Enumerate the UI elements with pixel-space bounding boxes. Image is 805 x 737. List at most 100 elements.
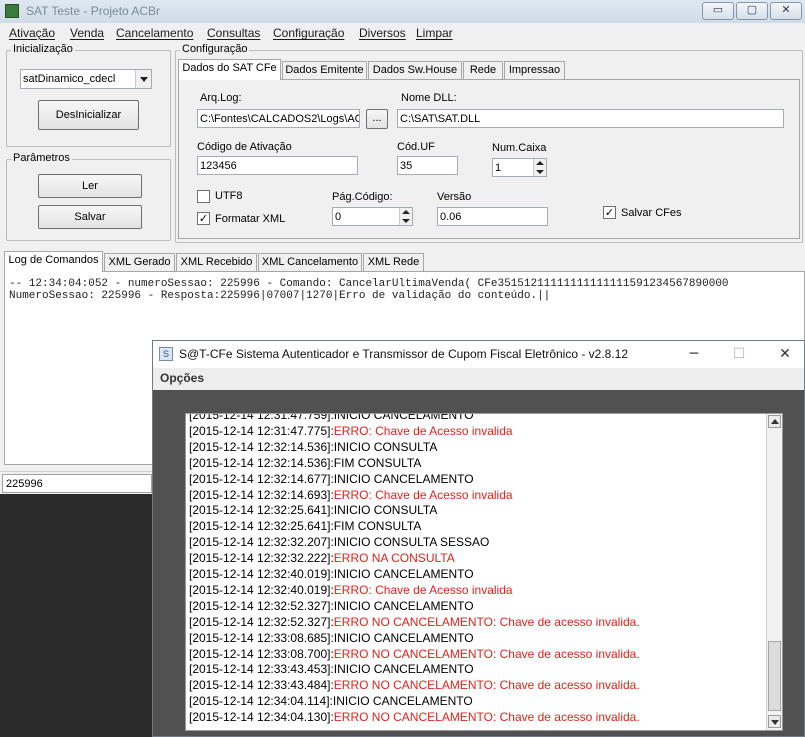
log-message: INICIO CANCELAMENTO: [333, 413, 474, 422]
minimize-button[interactable]: ▭: [702, 2, 734, 20]
menu-limpar[interactable]: Limpar: [416, 26, 453, 40]
dialog-title: S@T-CFe Sistema Autenticador e Transmiss…: [179, 347, 629, 361]
codigo-ativacao-input[interactable]: 123456: [197, 156, 358, 175]
dialog-menu-bar: Opções: [153, 368, 804, 390]
log-error-message: ERRO NO CANCELAMENTO: Chave de acesso in…: [333, 710, 640, 725]
command-log-line: NumeroSessao: 225996 - Resposta:225996|0…: [9, 290, 551, 302]
log-line: [2015-12-14 12:34:04.130]:ERRO NO CANCEL…: [189, 710, 640, 724]
salvar-button[interactable]: Salvar: [38, 205, 142, 229]
dialog-close-button[interactable]: ✕: [775, 345, 795, 363]
log-timestamp: [2015-12-14 12:33:43.484]:: [189, 678, 334, 693]
cod-uf-input[interactable]: 35: [397, 156, 458, 175]
log-line: [2015-12-14 12:33:08.700]:ERRO NO CANCEL…: [189, 647, 640, 661]
model-select[interactable]: satDinamico_cdecl: [20, 69, 152, 89]
parametros-legend: Parâmetros: [11, 152, 72, 164]
desinicializar-button[interactable]: DesInicializar: [38, 100, 139, 130]
log-line: [2015-12-14 12:32:40.019]:INICIO CANCELA…: [189, 567, 474, 581]
utf8-checkbox[interactable]: [197, 190, 210, 203]
tab-xml-recebido[interactable]: XML Recebido: [176, 253, 257, 272]
tab-log-de-comandos[interactable]: Log de Comandos: [4, 251, 103, 272]
menu-bar: Ativação Venda Cancelamento Consultas Co…: [0, 23, 805, 43]
log-error-message: ERRO: Chave de Acesso invalida: [333, 423, 513, 438]
dialog-minimize-button[interactable]: ─: [684, 345, 704, 363]
log-message: INICIO CANCELAMENTO: [333, 471, 474, 486]
log-timestamp: [2015-12-14 12:32:25.641]:: [189, 519, 334, 534]
log-line: [2015-12-14 12:32:52.327]:ERRO NO CANCEL…: [189, 615, 640, 629]
log-timestamp: [2015-12-14 12:32:14.536]:: [189, 439, 334, 454]
log-message: FIM CONSULTA: [333, 519, 422, 534]
menu-cancelamento[interactable]: Cancelamento: [116, 26, 193, 40]
parametros-group: Parâmetros Ler Salvar: [6, 152, 171, 241]
tab-xml-cancelamento[interactable]: XML Cancelamento: [258, 253, 362, 272]
tab-dados-emitente[interactable]: Dados Emitente: [282, 61, 367, 80]
log-error-message: ERRO NO CANCELAMENTO: Chave de acesso in…: [333, 646, 640, 661]
log-timestamp: [2015-12-14 12:33:08.700]:: [189, 646, 334, 661]
log-line: [2015-12-14 12:34:04.114]:INICIO CANCELA…: [189, 694, 473, 708]
tab-xml-gerado[interactable]: XML Gerado: [104, 253, 175, 272]
dialog-maximize-button[interactable]: ☐: [729, 345, 749, 363]
log-timestamp: [2015-12-14 12:32:40.019]:: [189, 582, 334, 597]
vertical-scrollbar[interactable]: [766, 414, 782, 730]
spinner-arrows-icon[interactable]: [399, 208, 412, 225]
log-line: [2015-12-14 12:32:14.677]:INICIO CANCELA…: [189, 472, 474, 486]
log-line: [2015-12-14 12:32:32.207]:INICIO CONSULT…: [189, 535, 489, 549]
log-timestamp: [2015-12-14 12:32:40.019]:: [189, 567, 334, 581]
chevron-down-icon[interactable]: [135, 70, 151, 88]
app-icon: [5, 4, 19, 18]
menu-configuracao[interactable]: Configuração: [273, 26, 344, 40]
pag-codigo-value: 0: [335, 211, 342, 223]
log-timestamp: [2015-12-14 12:32:32.207]:: [189, 535, 334, 550]
command-log-line: -- 12:34:04:052 - numeroSessao: 225996 -…: [9, 278, 729, 290]
configuracao-legend: Configuração: [180, 43, 250, 55]
menu-consultas[interactable]: Consultas: [207, 26, 260, 40]
log-line: [2015-12-14 12:31:47.759]:INICIO CANCELA…: [189, 413, 474, 422]
menu-ativacao[interactable]: Ativação: [9, 26, 55, 40]
nome-dll-input[interactable]: C:\SAT\SAT.DLL: [397, 109, 784, 128]
log-timestamp: [2015-12-14 12:31:47.775]:: [189, 423, 334, 438]
log-line: [2015-12-14 12:33:08.685]:INICIO CANCELA…: [189, 631, 474, 645]
tab-impressao[interactable]: Impressao: [504, 61, 565, 80]
log-timestamp: [2015-12-14 12:32:52.327]:: [189, 614, 334, 629]
log-line: [2015-12-14 12:33:43.453]:INICIO CANCELA…: [189, 662, 474, 676]
num-caixa-spinner[interactable]: 1: [492, 158, 547, 177]
maximize-button[interactable]: ▢: [736, 2, 768, 20]
log-timestamp: [2015-12-14 12:32:25.641]:: [189, 503, 334, 518]
tab-xml-rede[interactable]: XML Rede: [363, 253, 424, 272]
browse-button[interactable]: ...: [366, 109, 388, 129]
tab-rede[interactable]: Rede: [463, 61, 503, 80]
scrollbar-thumb[interactable]: [768, 641, 781, 711]
scroll-up-arrow-icon[interactable]: [768, 415, 781, 428]
tab-dados-sat-cfe[interactable]: Dados do SAT CFe: [178, 59, 281, 80]
log-error-message: ERRO NO CANCELAMENTO: Chave de acesso in…: [333, 614, 640, 629]
salvar-cfes-checkbox[interactable]: ✓: [603, 206, 616, 219]
desktop-background: [0, 494, 152, 737]
menu-venda[interactable]: Venda: [70, 26, 104, 40]
log-line: [2015-12-14 12:31:47.775]:ERRO: Chave de…: [189, 424, 513, 438]
pag-codigo-spinner[interactable]: 0: [332, 207, 413, 226]
ler-button[interactable]: Ler: [38, 174, 142, 198]
sat-cfe-dialog: S S@T-CFe Sistema Autenticador e Transmi…: [152, 340, 805, 737]
menu-diversos[interactable]: Diversos: [359, 26, 406, 40]
nome-dll-label: Nome DLL:: [401, 92, 457, 104]
versao-input[interactable]: 0.06: [437, 207, 548, 226]
log-error-message: ERRO NO CANCELAMENTO: Chave de acesso in…: [333, 678, 640, 693]
menu-opcoes[interactable]: Opções: [160, 371, 204, 385]
tab-dados-sw-house[interactable]: Dados Sw.House: [368, 61, 462, 80]
spinner-arrows-icon[interactable]: [533, 159, 546, 176]
formatar-xml-checkbox[interactable]: ✓: [197, 212, 210, 225]
log-timestamp: [2015-12-14 12:32:14.536]:: [189, 455, 334, 470]
arq-log-label: Arq.Log:: [200, 92, 242, 104]
log-message: INICIO CONSULTA: [333, 503, 438, 518]
log-timestamp: [2015-12-14 12:33:08.685]:: [189, 630, 334, 645]
title-bar: SAT Teste - Projeto ACBr ▭ ▢ ✕: [0, 0, 805, 23]
formatar-xml-label: Formatar XML: [215, 213, 286, 225]
log-line: [2015-12-14 12:32:14.536]:FIM CONSULTA: [189, 456, 421, 470]
log-line: [2015-12-14 12:32:32.222]:ERRO NA CONSUL…: [189, 551, 455, 565]
log-timestamp: [2015-12-14 12:32:32.222]:: [189, 551, 334, 566]
log-line: [2015-12-14 12:32:40.019]:ERRO: Chave de…: [189, 583, 513, 597]
java-app-icon: S: [159, 347, 173, 361]
arq-log-input[interactable]: C:\Fontes\CALCADOS2\Logs\AC: [197, 109, 360, 128]
close-button[interactable]: ✕: [770, 2, 802, 20]
log-message: INICIO CANCELAMENTO: [332, 694, 473, 709]
scroll-down-arrow-icon[interactable]: [768, 715, 781, 728]
